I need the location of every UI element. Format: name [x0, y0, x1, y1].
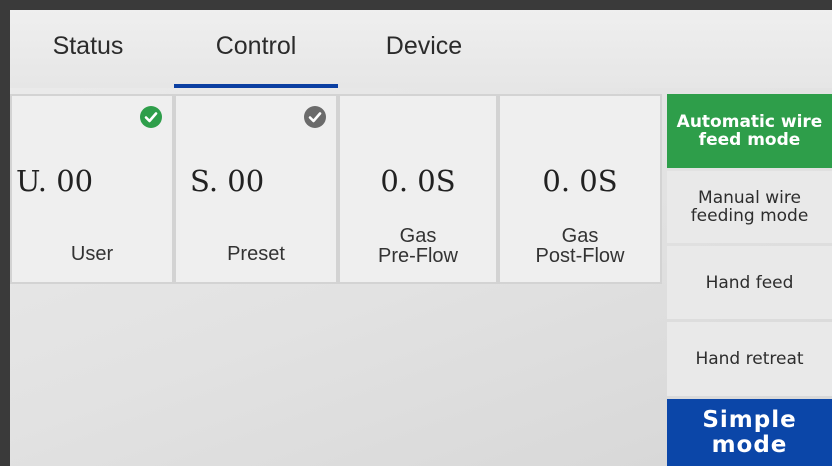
gas-pre-flow-card[interactable]: 0. 0S Gas Pre-Flow — [340, 96, 496, 282]
check-icon-green — [140, 106, 162, 128]
check-icon-gray — [304, 106, 326, 128]
hand-feed-button[interactable]: Hand feed — [667, 246, 832, 319]
gas-post-flow-label-line1: Gas — [561, 225, 599, 247]
tab-device-label: Device — [385, 32, 463, 60]
hand-retreat-button[interactable]: Hand retreat — [667, 322, 832, 396]
automatic-wire-feed-label-line2: feed mode — [698, 130, 801, 150]
gas-pre-flow-value: 0. 0S — [380, 164, 456, 198]
mode-sidebar: Automatic wire feed mode Manual wire fee… — [667, 94, 832, 466]
user-card[interactable]: U. 00 User — [12, 96, 172, 282]
tab-device[interactable]: Device — [360, 10, 488, 88]
user-label: User — [70, 243, 114, 265]
manual-wire-feeding-label-line2: feeding mode — [690, 206, 809, 226]
user-value: U. 00 — [16, 164, 94, 198]
tab-control-label: Control — [215, 32, 297, 60]
gas-post-flow-label: Gas Post-Flow — [500, 226, 660, 266]
manual-wire-feeding-label-line1: Manual wire — [698, 188, 801, 208]
gas-pre-flow-label: Gas Pre-Flow — [340, 226, 496, 266]
gas-pre-flow-label-line2: Pre-Flow — [377, 245, 458, 267]
gas-post-flow-label-line2: Post-Flow — [535, 245, 625, 267]
simple-mode-label-line1: Simple — [702, 406, 797, 433]
simple-mode-label-line2: mode — [711, 431, 788, 458]
preset-value: S. 00 — [190, 164, 265, 198]
simple-mode-button[interactable]: Simple mode — [667, 399, 832, 466]
tab-control[interactable]: Control — [174, 10, 338, 88]
automatic-wire-feed-label-line1: Automatic wire — [676, 112, 823, 132]
gas-post-flow-card[interactable]: 0. 0S Gas Post-Flow — [500, 96, 660, 282]
preset-card[interactable]: S. 00 Preset — [176, 96, 336, 282]
automatic-wire-feed-mode-button[interactable]: Automatic wire feed mode — [667, 94, 832, 168]
manual-wire-feeding-mode-button[interactable]: Manual wire feeding mode — [667, 171, 832, 243]
gas-pre-flow-label-line1: Gas — [399, 225, 437, 247]
tab-bar: Status Control Device — [10, 10, 832, 88]
hand-feed-label: Hand feed — [705, 272, 794, 293]
tab-status[interactable]: Status — [24, 10, 152, 88]
hand-retreat-label: Hand retreat — [695, 349, 804, 369]
gas-post-flow-value: 0. 0S — [542, 164, 618, 198]
preset-label: Preset — [227, 243, 285, 265]
tab-status-label: Status — [52, 32, 124, 60]
parameter-cards: U. 00 User S. 00 Preset 0. 0S Gas Pre-Fl… — [10, 94, 662, 284]
hmi-screen: Status Control Device U. 00 User S. 00 P… — [10, 10, 832, 466]
